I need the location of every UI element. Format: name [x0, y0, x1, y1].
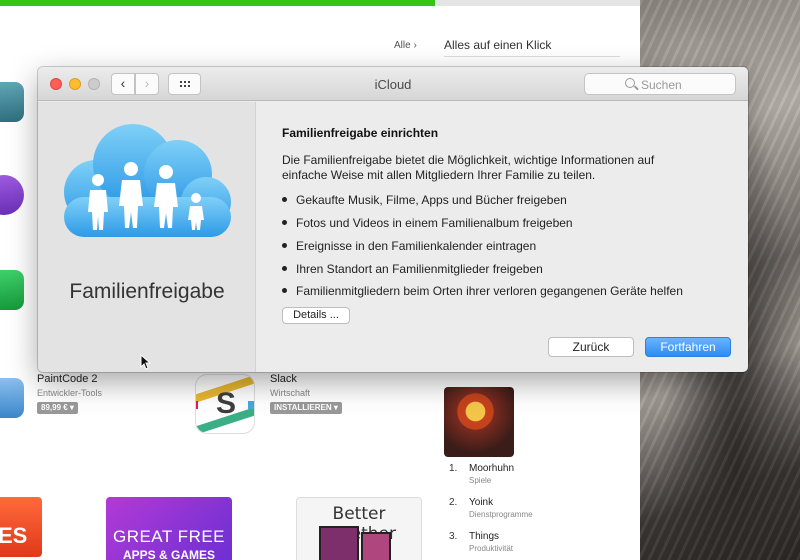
all-link[interactable]: Alle › [394, 40, 417, 51]
divider [444, 56, 620, 57]
family-cloud-icon [64, 124, 231, 237]
device-illustration [319, 526, 359, 560]
search-placeholder: Suchen [641, 78, 682, 92]
banner-title: Better Together [322, 504, 396, 544]
download-progress-bar [0, 0, 640, 6]
free-apps-banner[interactable]: GREAT FREE APPS & GAMES [106, 497, 232, 560]
device-illustration [361, 532, 391, 560]
app-name-slack[interactable]: Slack [270, 373, 297, 385]
banner-line-2: APPS & GAMES [122, 548, 215, 560]
slack-app-icon[interactable]: S [195, 374, 255, 434]
top-list-item-category: Dienstprogramme [469, 510, 533, 519]
setup-heading: Familienfreigabe einrichten [282, 126, 439, 140]
back-button[interactable]: Zurück [548, 337, 634, 357]
feature-bullet: Fotos und Videos in einem Familienalbum … [282, 216, 573, 230]
better-together-banner[interactable]: Better Together [296, 497, 422, 560]
app-name-paintcode[interactable]: PaintCode 2 [37, 373, 98, 385]
banner-line-1: GREAT FREE [112, 527, 226, 546]
feature-bullet: Ereignisse in den Familienkalender eintr… [282, 239, 536, 253]
top-list-item-name[interactable]: Things [469, 531, 499, 542]
top-list-item-name[interactable]: Moorhuhn [469, 463, 514, 474]
app-category-paintcode: Entwickler-Tools [37, 388, 103, 398]
top-list-item-name[interactable]: Yoink [469, 497, 493, 508]
rank-number: 2. [449, 497, 458, 508]
slack-logo-icon: S [216, 387, 237, 420]
rank-number: 1. [449, 463, 458, 474]
top-list-item-category: Produktivität [469, 544, 514, 553]
feature-bullet: Gekaufte Musik, Filme, Apps und Bücher f… [282, 193, 567, 207]
title-bar: ‹ › iCloud Suchen [38, 67, 748, 101]
family-sharing-label: Familienfreigabe [69, 280, 225, 303]
section-header: Alle › Alles auf einen Klick [0, 34, 620, 54]
search-field[interactable]: Suchen [584, 73, 736, 95]
continue-button[interactable]: Fortfahren [645, 337, 731, 357]
rank-number: 3. [449, 531, 458, 542]
price-button-paintcode[interactable]: 89,99 € ▾ [37, 402, 78, 414]
setup-content-pane: Familienfreigabe einrichten Die Familien… [257, 102, 748, 372]
app-icon[interactable] [0, 270, 24, 310]
app-icon[interactable] [0, 378, 24, 418]
icloud-preferences-window: ‹ › iCloud Suchen Familienfreigabe Famil… [38, 67, 748, 372]
details-button[interactable]: Details ... [282, 307, 350, 324]
feature-bullet: Familienmitgliedern beim Orten ihrer ver… [282, 284, 683, 298]
games-banner[interactable]: ES [0, 497, 42, 557]
app-icon[interactable] [0, 175, 24, 215]
mouse-cursor-icon [140, 354, 152, 370]
app-icon[interactable] [0, 82, 24, 122]
app-category-slack: Wirtschaft [270, 388, 311, 398]
section-title: Alles auf einen Klick [444, 38, 552, 52]
search-icon [625, 78, 635, 88]
moorhuhn-app-icon[interactable] [444, 387, 514, 457]
family-sharing-illustration-pane: Familienfreigabe [38, 102, 256, 372]
feature-bullet: Ihren Standort an Familienmitglieder fre… [282, 262, 543, 276]
download-progress-fill [0, 0, 436, 6]
install-button-slack[interactable]: INSTALLIEREN ▾ [270, 402, 342, 414]
top-list-item-category: Spiele [469, 476, 492, 485]
setup-intro-text: Die Familienfreigabe bietet die Möglichk… [282, 153, 655, 182]
